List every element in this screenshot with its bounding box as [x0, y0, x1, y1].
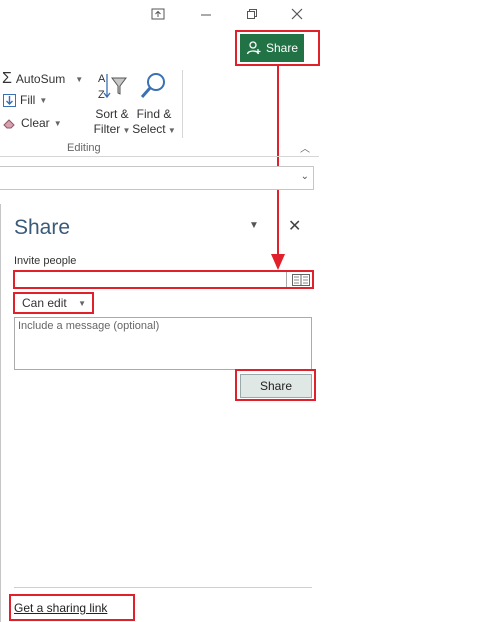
- highlight-permission: [13, 292, 94, 314]
- sort-filter-button[interactable]: A Z Sort & Filter ▼: [92, 70, 132, 136]
- svg-text:Z: Z: [98, 89, 105, 101]
- close-icon: ✕: [288, 218, 302, 235]
- chevron-down-icon: ▼: [53, 118, 62, 128]
- fill-label: Fill: [20, 93, 36, 107]
- pane-title: Share: [14, 216, 71, 239]
- message-textarea[interactable]: Include a message (optional): [14, 317, 312, 370]
- svg-text:A: A: [98, 73, 106, 85]
- formula-bar[interactable]: ⌄: [0, 166, 314, 190]
- clear-label: Clear: [21, 116, 50, 130]
- divider: [14, 587, 312, 588]
- ribbon-display-icon: [151, 8, 165, 20]
- restore-button[interactable]: [238, 4, 266, 24]
- collapse-ribbon-button[interactable]: ︿: [300, 140, 310, 155]
- highlight-invite-field: [13, 270, 314, 289]
- ribbon-divider: [182, 70, 183, 138]
- expand-formula-bar-icon[interactable]: ⌄: [301, 171, 309, 182]
- close-button[interactable]: [283, 4, 311, 24]
- sigma-icon: Σ: [2, 70, 12, 87]
- highlight-share-submit: [235, 369, 316, 401]
- find-select-label-1: Find &: [136, 107, 172, 121]
- restore-icon: [247, 9, 257, 19]
- chevron-down-icon: ▼: [75, 74, 84, 84]
- ribbon-display-options-button[interactable]: [144, 4, 172, 24]
- chevron-down-icon: ▼: [120, 126, 131, 135]
- autosum-label: AutoSum: [15, 72, 66, 86]
- group-label-editing: Editing: [67, 142, 101, 154]
- invite-people-label: Invite people: [14, 255, 77, 267]
- sort-filter-label-1: Sort &: [95, 107, 129, 121]
- minimize-button[interactable]: [192, 4, 220, 24]
- sort-filter-label-2: Filter: [93, 122, 121, 136]
- highlight-sharing-link: [9, 594, 135, 621]
- highlight-share-top: [235, 30, 320, 66]
- fill-button[interactable]: Fill ▼: [3, 93, 47, 107]
- magnifier-icon: [140, 73, 165, 98]
- dropdown-triangle-icon: ▼: [249, 220, 259, 231]
- pane-close-button[interactable]: ✕: [288, 216, 301, 236]
- clear-button[interactable]: Clear ▼: [3, 116, 62, 130]
- fill-down-icon: [3, 93, 16, 107]
- chevron-down-icon: ▼: [165, 126, 176, 135]
- chevron-down-icon: ▼: [39, 95, 48, 105]
- eraser-icon: [3, 119, 15, 129]
- chevron-up-icon: ︿: [300, 144, 310, 155]
- pane-options-button[interactable]: ▼: [249, 220, 259, 231]
- autosum-button[interactable]: Σ AutoSum ▼: [2, 70, 83, 88]
- sort-filter-icon: A Z: [98, 73, 127, 101]
- find-select-label-2: Select: [132, 122, 166, 136]
- find-select-button[interactable]: Find & Select ▼: [132, 70, 176, 136]
- close-icon: [291, 8, 303, 20]
- message-placeholder: Include a message (optional): [18, 320, 160, 332]
- minimize-icon: [201, 14, 211, 16]
